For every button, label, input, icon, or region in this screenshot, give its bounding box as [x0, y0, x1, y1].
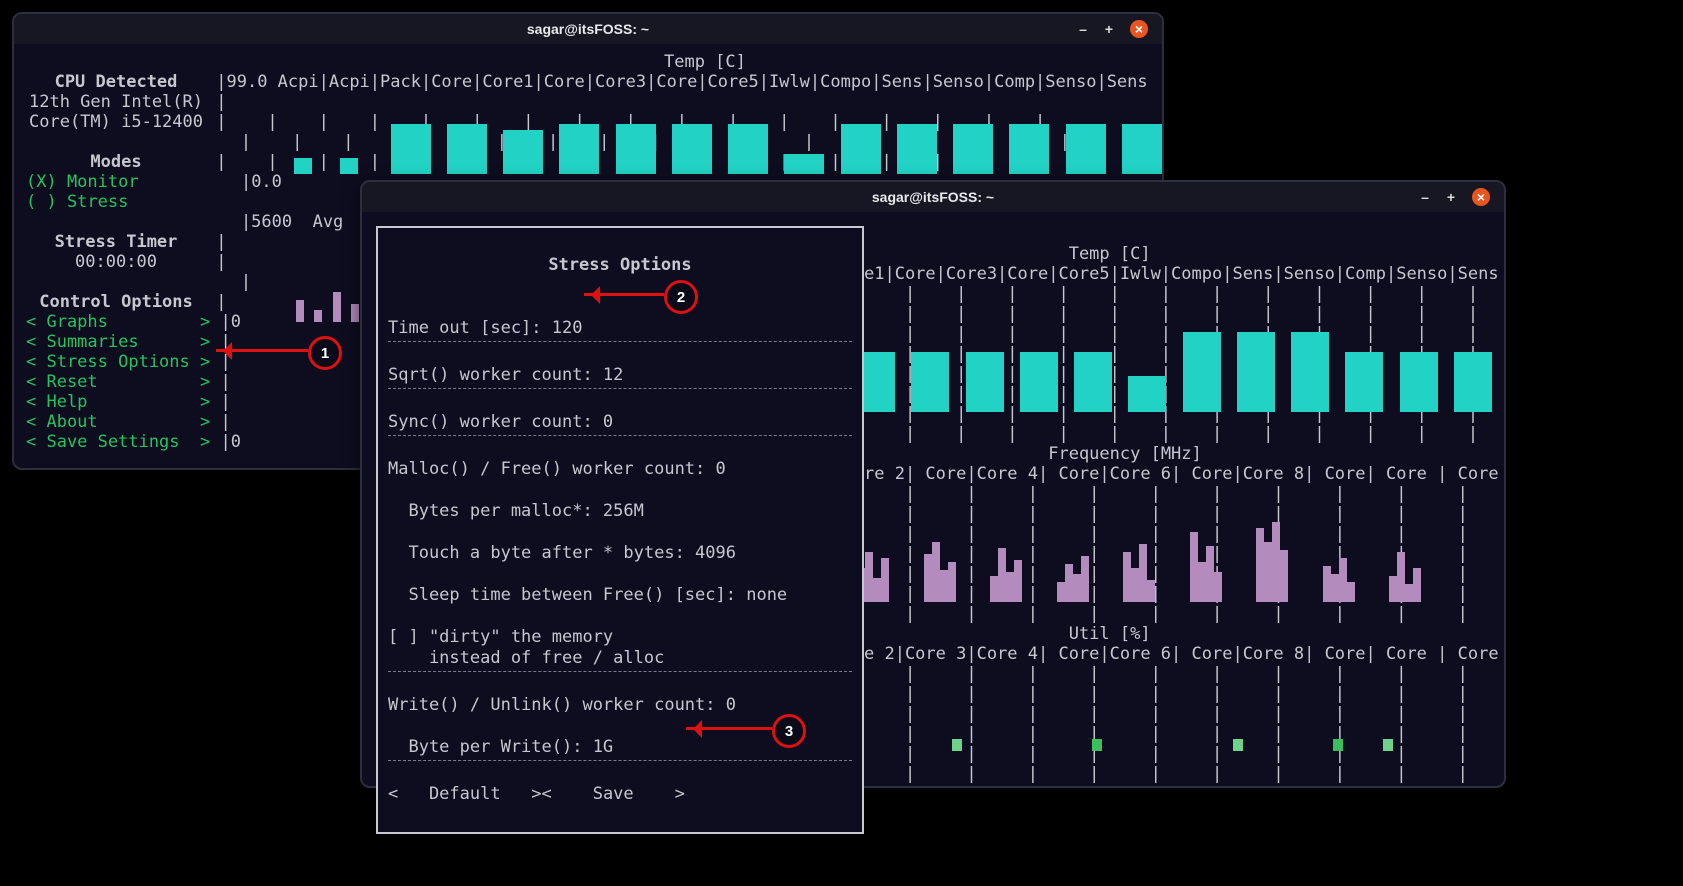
menu-stress-options[interactable]: < Stress Options >	[26, 352, 210, 372]
terminal-window-front: sagar@itsFOSS: ~ – + × Temp [C] e1|Core|…	[360, 180, 1506, 788]
titlebar: sagar@itsFOSS: ~ – + ×	[362, 182, 1504, 212]
mode-stress[interactable]: ( ) Stress	[26, 192, 128, 212]
y-axis-mid: |0.0	[241, 172, 282, 192]
freq-bars-front	[857, 522, 1421, 607]
field-timeout[interactable]: Time out [sec]: 120	[388, 318, 582, 338]
divider	[388, 435, 852, 436]
y-axis-bot: |5600 Avg |	[241, 212, 374, 232]
field-bpw[interactable]: Byte per Write(): 1G	[388, 737, 613, 757]
annotation-2: 2	[664, 280, 698, 314]
temp-cols-front: e1|Core|Core3|Core|Core5|Iwlw|Compo|Sens…	[864, 264, 1499, 284]
util-cols-front: e 2|Core 3|Core 4| Core|Core 6| Core|Cor…	[864, 644, 1499, 664]
annotation-arrow-1	[216, 349, 308, 352]
temp-bars-back	[294, 124, 1162, 179]
divider	[388, 671, 852, 672]
util-bars-front	[912, 736, 1393, 756]
temp-bars-front	[857, 332, 1492, 417]
field-malloc[interactable]: Malloc() / Free() worker count: 0	[388, 459, 726, 479]
temp-columns: Acpi|Acpi|Pack|Core|Core1|Core|Core3|Cor…	[267, 72, 1147, 92]
divider	[388, 341, 852, 342]
minimize-icon[interactable]: –	[1416, 188, 1434, 206]
annotation-1: 1	[308, 336, 342, 370]
menu-graphs[interactable]: < Graphs >	[26, 312, 210, 332]
field-bytes[interactable]: Bytes per malloc*: 256M	[388, 501, 644, 521]
field-dirty1[interactable]: [ ] "dirty" the memory	[388, 627, 613, 647]
modes-heading: Modes	[26, 152, 206, 172]
popup-title: Stress Options	[388, 255, 852, 276]
save-button[interactable]: < Save >	[542, 784, 685, 804]
menu-summaries[interactable]: < Summaries >	[26, 332, 210, 352]
temp-header-front: Temp [C]	[1069, 244, 1151, 264]
field-sqrt[interactable]: Sqrt() worker count: 12	[388, 365, 623, 385]
annotation-3: 3	[772, 714, 806, 748]
menu-save-settings[interactable]: < Save Settings >	[26, 432, 210, 452]
y0a: |0	[220, 312, 240, 332]
field-sync[interactable]: Sync() worker count: 0	[388, 412, 613, 432]
window-title: sagar@itsFOSS: ~	[872, 189, 994, 205]
minimize-icon[interactable]: –	[1074, 20, 1092, 38]
cpu-line2: Core(TM) i5-12400	[26, 112, 206, 132]
menu-about[interactable]: < About >	[26, 412, 210, 432]
field-sleep[interactable]: Sleep time between Free() [sec]: none	[388, 585, 787, 605]
divider	[388, 388, 852, 389]
annotation-arrow-3	[686, 727, 772, 730]
freq-header-front: Frequency [MHz]	[1048, 444, 1202, 464]
cpu-line1: 12th Gen Intel(R)	[26, 92, 206, 112]
y-axis-top: |99.0	[216, 72, 267, 92]
menu-reset[interactable]: < Reset >	[26, 372, 210, 392]
close-icon[interactable]: ×	[1472, 188, 1490, 206]
control-heading: Control Options	[26, 292, 206, 312]
maximize-icon[interactable]: +	[1442, 188, 1460, 206]
mode-monitor[interactable]: (X) Monitor	[26, 172, 139, 192]
cpu-heading: CPU Detected	[26, 72, 206, 92]
field-write[interactable]: Write() / Unlink() worker count: 0	[388, 695, 736, 715]
freq-cols-front: re 2| Core|Core 4| Core|Core 6| Core|Cor…	[864, 464, 1499, 484]
stress-timer-heading: Stress Timer	[26, 232, 206, 252]
maximize-icon[interactable]: +	[1100, 20, 1118, 38]
field-dirty2: instead of free / alloc	[388, 648, 664, 668]
titlebar: sagar@itsFOSS: ~ – + ×	[14, 14, 1162, 44]
y0b: |0	[220, 432, 240, 452]
annotation-arrow-2	[584, 293, 664, 296]
divider	[388, 760, 852, 761]
stress-timer-value: 00:00:00	[26, 252, 206, 272]
menu-help[interactable]: < Help >	[26, 392, 210, 412]
util-header-front: Util [%]	[1069, 624, 1151, 644]
temp-header: Temp [C]	[664, 52, 746, 72]
default-button[interactable]: < Default >	[388, 784, 542, 804]
close-icon[interactable]: ×	[1130, 20, 1148, 38]
field-touch[interactable]: Touch a byte after * bytes: 4096	[388, 543, 736, 563]
window-title: sagar@itsFOSS: ~	[527, 21, 649, 37]
